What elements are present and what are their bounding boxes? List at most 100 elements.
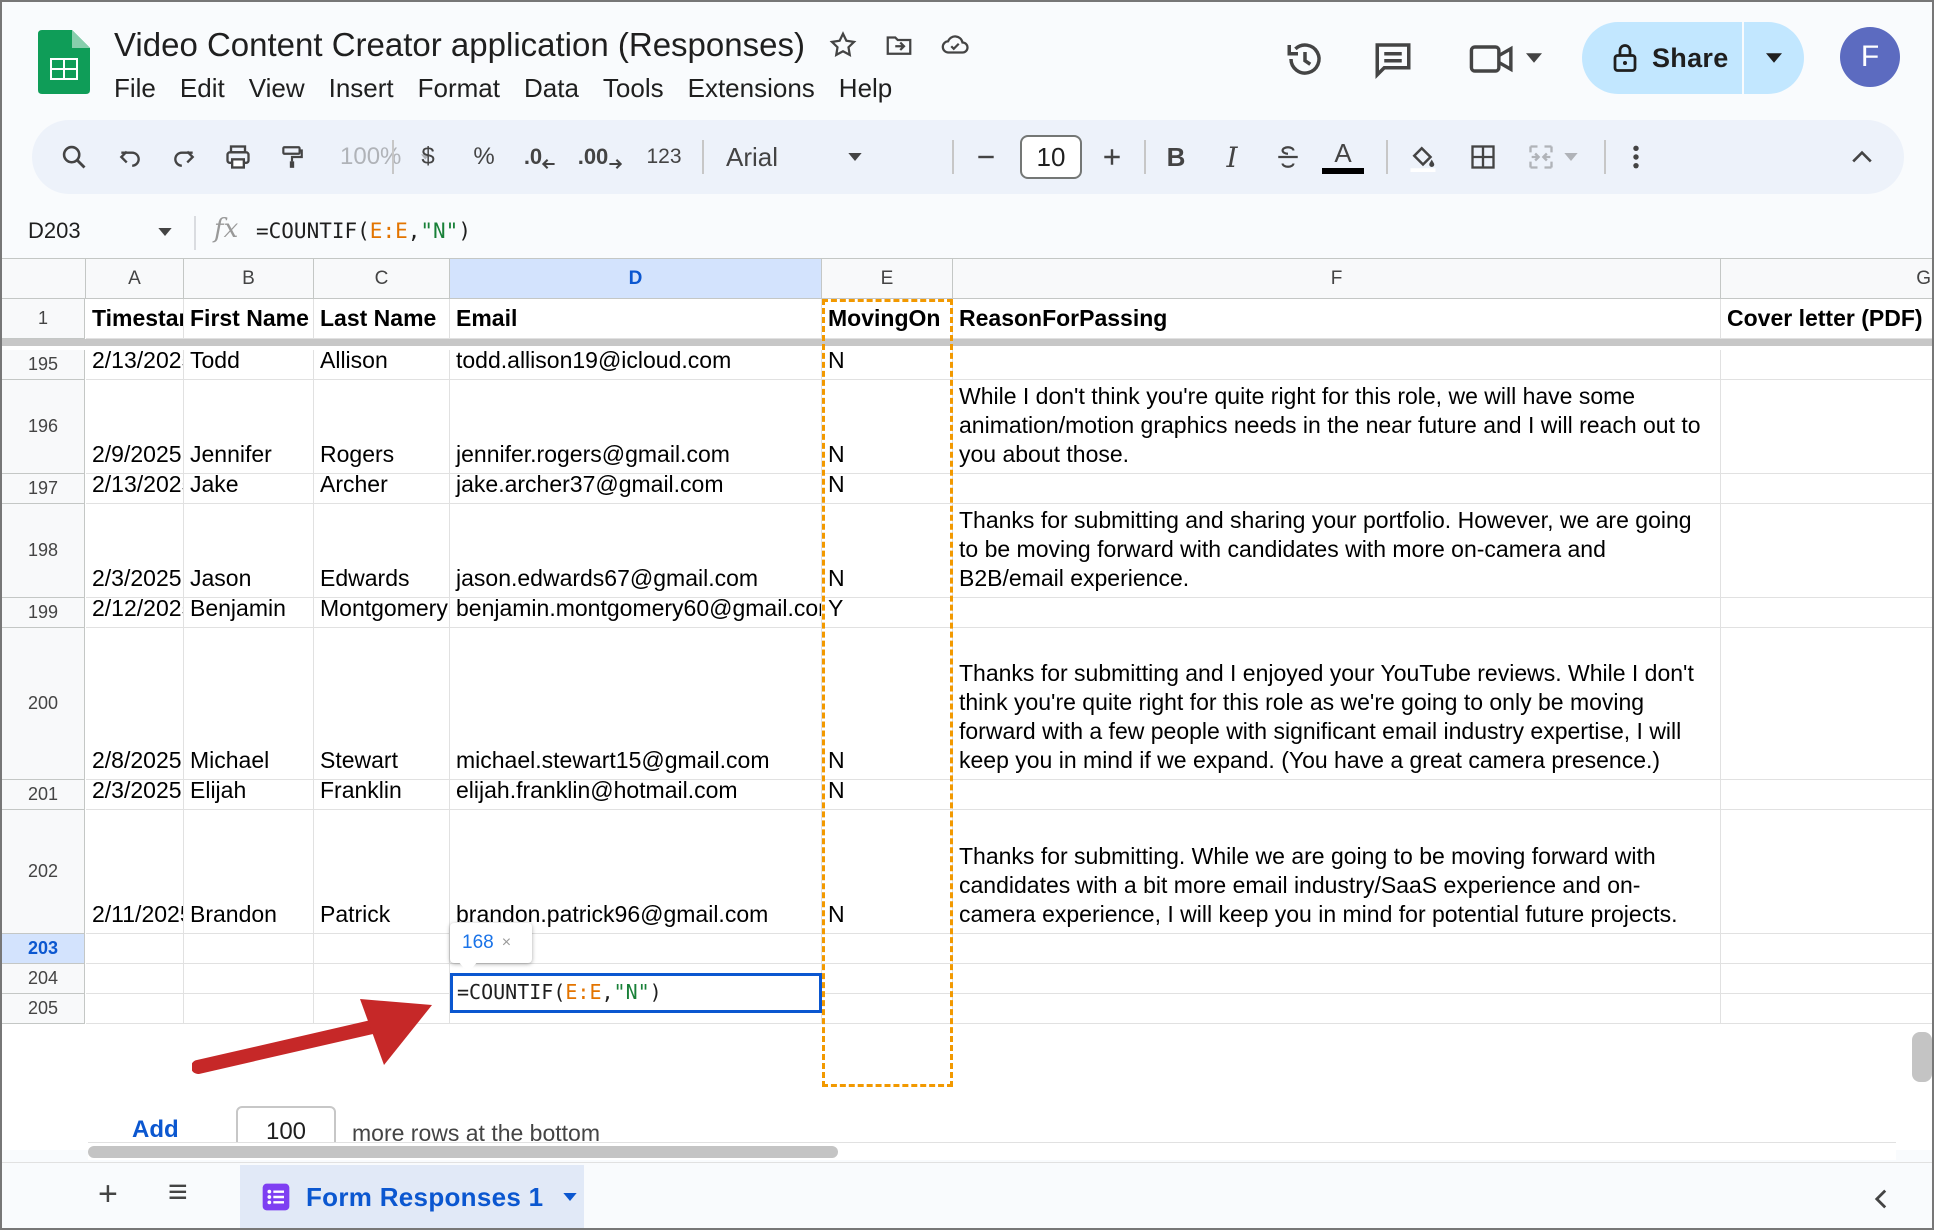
sheet-tab-dropdown-icon[interactable]: [563, 1193, 578, 1201]
format-percent-button[interactable]: %: [462, 120, 506, 194]
column-header-g[interactable]: G: [1721, 259, 1932, 299]
cell-b200[interactable]: Michael: [184, 628, 314, 780]
row-header-205[interactable]: 205: [2, 994, 85, 1024]
cell-g196[interactable]: [1721, 380, 1932, 474]
cell-c202[interactable]: Patrick: [314, 810, 450, 934]
comments-icon[interactable]: [1372, 38, 1414, 80]
star-icon[interactable]: [828, 30, 858, 60]
header-cell-a[interactable]: Timestamp: [86, 299, 184, 339]
cell-g201[interactable]: [1721, 780, 1932, 810]
cell-e204[interactable]: [822, 964, 953, 994]
cell-b201[interactable]: Elijah: [184, 780, 314, 810]
merge-cells-icon[interactable]: [1512, 120, 1592, 194]
horizontal-scrollbar[interactable]: [88, 1142, 1896, 1160]
menu-file[interactable]: File: [114, 70, 168, 106]
cell-e205[interactable]: [822, 994, 953, 1024]
column-header-c[interactable]: C: [314, 259, 450, 299]
cell-b198[interactable]: Jason: [184, 504, 314, 598]
cell-a200[interactable]: 2/8/2025: [86, 628, 184, 780]
cell-a196[interactable]: 2/9/2025: [86, 380, 184, 474]
menu-extensions[interactable]: Extensions: [676, 70, 827, 106]
menu-format[interactable]: Format: [406, 70, 512, 106]
header-cell-g[interactable]: Cover letter (PDF): [1721, 299, 1932, 339]
cell-f198[interactable]: Thanks for submitting and sharing your p…: [953, 504, 1721, 598]
print-icon[interactable]: [216, 120, 260, 194]
select-all-corner[interactable]: [2, 259, 86, 299]
cell-b199[interactable]: Benjamin: [184, 598, 314, 628]
share-dropdown-button[interactable]: [1744, 22, 1804, 94]
row-header-201[interactable]: 201: [2, 780, 85, 810]
cell-c197[interactable]: Archer: [314, 474, 450, 504]
column-header-b[interactable]: B: [184, 259, 314, 299]
cell-f195[interactable]: [953, 350, 1721, 380]
cell-a201[interactable]: 2/3/2025: [86, 780, 184, 810]
cell-d197[interactable]: jake.archer37@gmail.com: [450, 474, 822, 504]
cell-b196[interactable]: Jennifer: [184, 380, 314, 474]
menu-view[interactable]: View: [237, 70, 317, 106]
header-cell-d[interactable]: Email: [450, 299, 822, 339]
cell-f200[interactable]: Thanks for submitting and I enjoyed your…: [953, 628, 1721, 780]
cell-c195[interactable]: Allison: [314, 350, 450, 380]
cell-f196[interactable]: While I don't think you're quite right f…: [953, 380, 1721, 474]
collapse-toolbar-icon[interactable]: [1842, 120, 1882, 194]
menu-insert[interactable]: Insert: [317, 70, 406, 106]
increase-decimal-button[interactable]: .00: [568, 120, 632, 194]
undo-icon[interactable]: [108, 120, 152, 194]
cell-b203[interactable]: [184, 934, 314, 964]
share-main-button[interactable]: Share: [1582, 22, 1742, 94]
cell-c196[interactable]: Rogers: [314, 380, 450, 474]
cell-d198[interactable]: jason.edwards67@gmail.com: [450, 504, 822, 598]
cell-f199[interactable]: [953, 598, 1721, 628]
row-header-204[interactable]: 204: [2, 964, 85, 994]
share-button[interactable]: Share: [1582, 22, 1804, 94]
cell-f204[interactable]: [953, 964, 1721, 994]
account-avatar[interactable]: F: [1840, 27, 1900, 87]
font-size-input[interactable]: 10: [1020, 135, 1082, 179]
column-header-f[interactable]: F: [953, 259, 1721, 299]
cell-c199[interactable]: Montgomery: [314, 598, 450, 628]
borders-icon[interactable]: [1458, 120, 1508, 194]
menu-data[interactable]: Data: [512, 70, 591, 106]
cell-e199[interactable]: Y: [822, 598, 953, 628]
cell-e200[interactable]: N: [822, 628, 953, 780]
header-cell-e[interactable]: MovingOn: [822, 299, 953, 339]
row-header-198[interactable]: 198: [2, 504, 85, 598]
active-cell-d203[interactable]: =COUNTIF(E:E,"N"): [450, 973, 822, 1013]
cell-e201[interactable]: N: [822, 780, 953, 810]
cell-g195[interactable]: [1721, 350, 1932, 380]
row-header-196[interactable]: 196: [2, 380, 85, 474]
meet-dropdown-icon[interactable]: [1526, 52, 1542, 64]
collapse-sheets-icon[interactable]: [1874, 1189, 1888, 1209]
row-header-200[interactable]: 200: [2, 628, 85, 780]
italic-button[interactable]: I: [1212, 120, 1252, 194]
cell-e203[interactable]: [822, 934, 953, 964]
cell-e198[interactable]: N: [822, 504, 953, 598]
menu-help[interactable]: Help: [827, 70, 904, 106]
cloud-saved-icon[interactable]: [940, 30, 970, 60]
cell-d201[interactable]: elijah.franklin@hotmail.com: [450, 780, 822, 810]
add-rows-button[interactable]: Add: [132, 1116, 179, 1144]
search-menus-icon[interactable]: [52, 120, 96, 194]
formula-input[interactable]: =COUNTIF(E:E,"N"): [256, 219, 471, 243]
row-header-203[interactable]: 203: [2, 934, 85, 964]
cell-f202[interactable]: Thanks for submitting. While we are goin…: [953, 810, 1721, 934]
cell-e195[interactable]: N: [822, 350, 953, 380]
row-header-1[interactable]: 1: [2, 299, 85, 339]
cell-f197[interactable]: [953, 474, 1721, 504]
more-options-icon[interactable]: [1616, 120, 1656, 194]
cell-b195[interactable]: Todd: [184, 350, 314, 380]
cell-b197[interactable]: Jake: [184, 474, 314, 504]
cell-e202[interactable]: N: [822, 810, 953, 934]
cell-d200[interactable]: michael.stewart15@gmail.com: [450, 628, 822, 780]
cell-g203[interactable]: [1721, 934, 1932, 964]
row-header-202[interactable]: 202: [2, 810, 85, 934]
cell-c203[interactable]: [314, 934, 450, 964]
sheet-tab-form-responses[interactable]: Form Responses 1: [240, 1165, 584, 1228]
cell-a203[interactable]: [86, 934, 184, 964]
strikethrough-icon[interactable]: [1268, 120, 1308, 194]
cell-a198[interactable]: 2/3/2025: [86, 504, 184, 598]
decrease-font-size-icon[interactable]: [966, 120, 1006, 194]
cell-g200[interactable]: [1721, 628, 1932, 780]
cell-a204[interactable]: [86, 964, 184, 994]
cell-b202[interactable]: Brandon: [184, 810, 314, 934]
